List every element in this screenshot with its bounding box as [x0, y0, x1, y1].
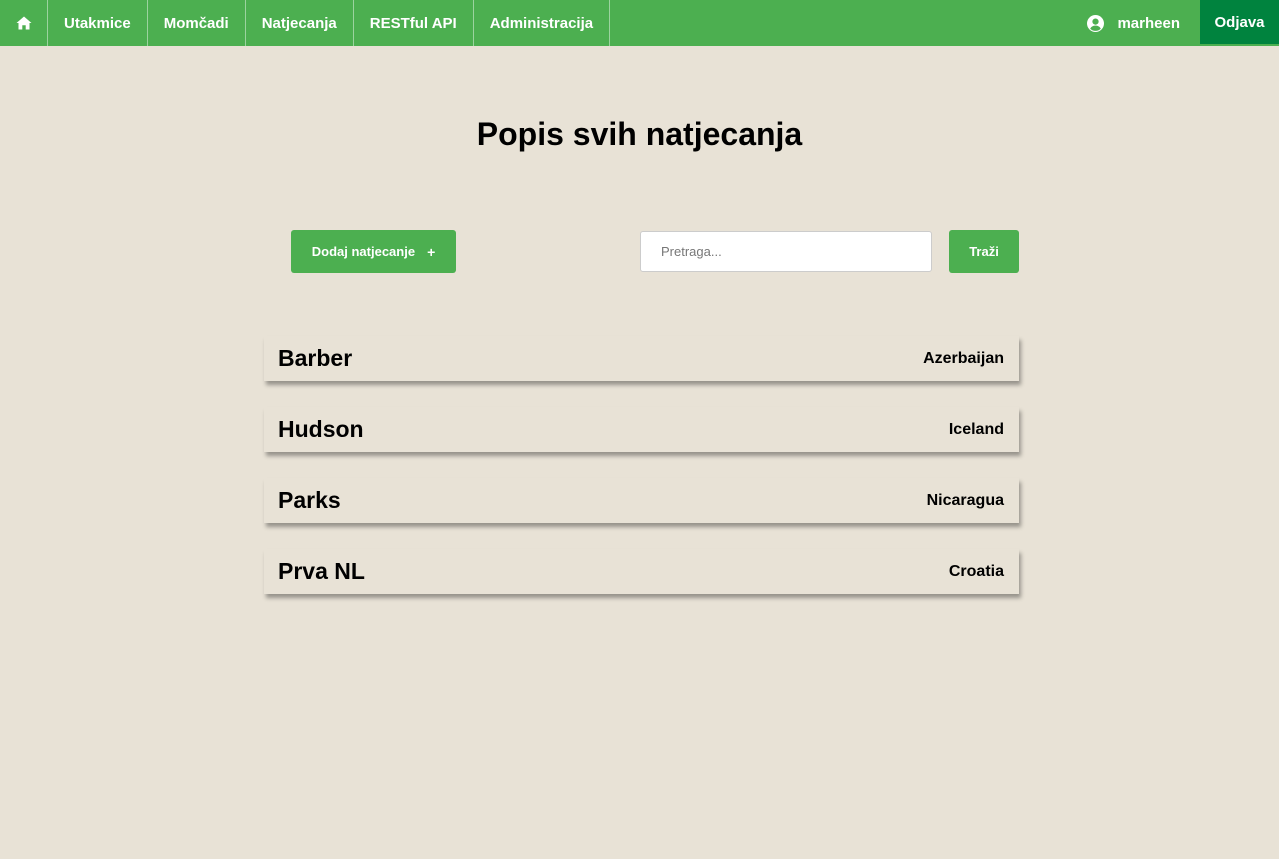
nav-link-natjecanja[interactable]: Natjecanja [246, 0, 354, 46]
competition-country: Nicaragua [926, 491, 1004, 509]
search-input[interactable] [640, 231, 932, 272]
plus-icon: + [427, 243, 436, 260]
competition-country: Iceland [948, 420, 1004, 438]
search-button[interactable]: Traži [949, 230, 1019, 273]
add-competition-label: Dodaj natjecanje [311, 244, 416, 259]
user-circle-icon [1087, 14, 1117, 32]
logout-button[interactable]: Odjava [1200, 0, 1279, 44]
nav-link-utakmice[interactable]: Utakmice [48, 0, 148, 46]
competition-name: Hudson [278, 416, 364, 442]
username: marheen [1117, 14, 1180, 32]
nav-link-restful-api[interactable]: RESTful API [354, 0, 474, 46]
user-profile[interactable]: marheen [1087, 0, 1200, 46]
competition-card-prva-nl[interactable]: Prva NL Croatia [264, 549, 1019, 594]
competition-card-barber[interactable]: Barber Azerbaijan [264, 336, 1019, 381]
competition-name: Parks [278, 487, 341, 513]
competition-country: Azerbaijan [923, 349, 1004, 367]
competition-card-parks[interactable]: Parks Nicaragua [264, 478, 1019, 523]
competition-name: Prva NL [278, 558, 365, 584]
top-navbar: Utakmice Momčadi Natjecanja RESTful API … [0, 0, 1279, 46]
home-icon [16, 16, 32, 30]
nav-link-momcadi[interactable]: Momčadi [148, 0, 246, 46]
home-button[interactable] [0, 0, 48, 46]
page-title: Popis svih natjecanja [476, 116, 803, 152]
competition-country: Croatia [948, 562, 1004, 580]
competition-name: Barber [278, 345, 353, 371]
add-competition-button[interactable]: Dodaj natjecanje + [291, 230, 456, 273]
nav-link-administracija[interactable]: Administracija [474, 0, 611, 46]
competition-card-hudson[interactable]: Hudson Iceland [264, 407, 1019, 452]
